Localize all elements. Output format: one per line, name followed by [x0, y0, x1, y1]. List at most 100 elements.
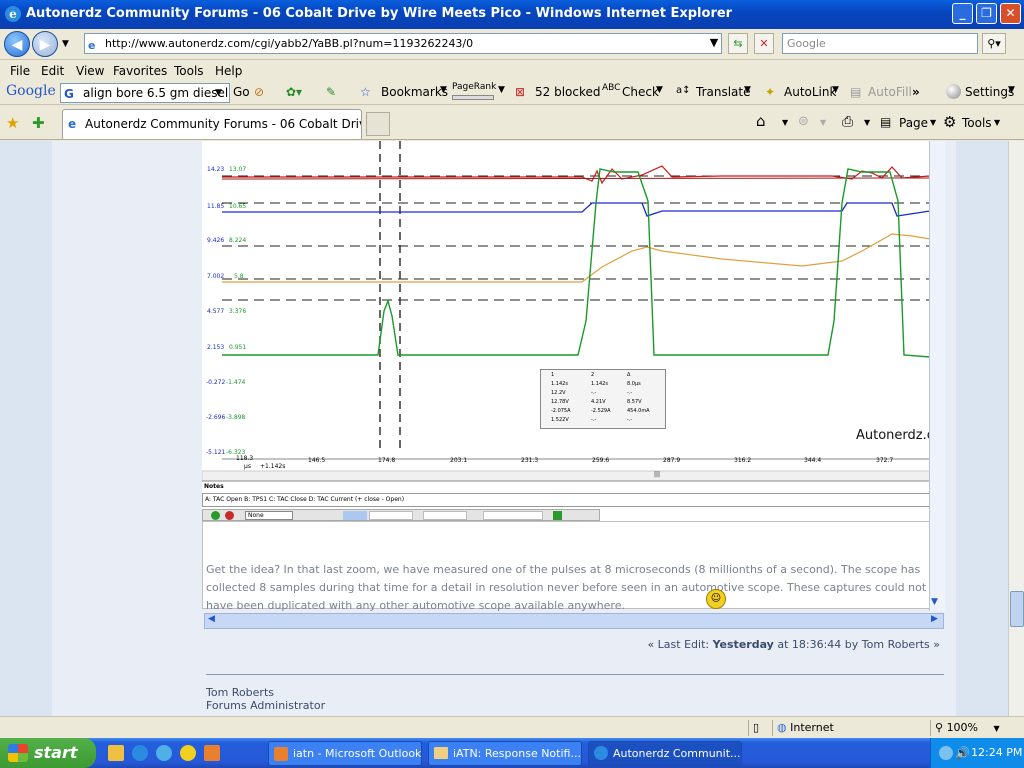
- chevron-down-icon[interactable]: ▼: [782, 118, 788, 127]
- stop-capture-icon[interactable]: [225, 511, 234, 520]
- trigger-select[interactable]: None: [245, 511, 293, 520]
- google-toolbar: Google G align bore 6.5 gm diesel ▼ Go ⊘…: [0, 81, 1024, 105]
- puzzle-icon[interactable]: ✿▾: [286, 85, 302, 99]
- trigger-level-input[interactable]: [369, 511, 413, 520]
- app-quicklaunch-icon[interactable]: [180, 745, 196, 761]
- tools-menu-button[interactable]: Tools: [962, 116, 992, 130]
- popup-blocked-count[interactable]: 52 blocked: [535, 85, 601, 99]
- chevron-down-icon[interactable]: ▼: [744, 85, 751, 95]
- chevron-down-icon[interactable]: ▼: [820, 118, 826, 127]
- tab-bar: ★ ✚ e Autonerdz Community Forums - 06 Co…: [0, 106, 1024, 140]
- cursor-table-cell: 4.21V: [591, 399, 606, 405]
- address-input[interactable]: e http://www.autonerdz.com/cgi/yabb2/YaB…: [84, 33, 722, 54]
- chevron-down-icon: ▼: [215, 88, 222, 98]
- run-icon[interactable]: [211, 511, 220, 520]
- x-tick: 316.2: [734, 457, 752, 464]
- page-scroll-thumb[interactable]: [1010, 591, 1024, 627]
- toolbar-icon[interactable]: [553, 511, 562, 520]
- scroll-down-icon[interactable]: ▼: [931, 597, 938, 607]
- chevron-down-icon[interactable]: ▼: [832, 85, 839, 95]
- taskbar-item-outlook[interactable]: iatn - Microsoft Outlook: [268, 741, 422, 766]
- start-button[interactable]: start: [0, 738, 96, 768]
- security-zone[interactable]: ◍ Internet: [772, 720, 928, 736]
- refresh-icon[interactable]: ⇆: [728, 33, 748, 54]
- app2-quicklaunch-icon[interactable]: [204, 745, 220, 761]
- taskbar-item-iatn[interactable]: iATN: Response Notifi...: [428, 741, 582, 766]
- forward-button[interactable]: ▶: [32, 31, 58, 57]
- feeds-icon[interactable]: ⊜: [798, 114, 809, 129]
- stop-icon[interactable]: ✕: [754, 33, 774, 54]
- address-dropdown-icon[interactable]: ▼: [706, 33, 722, 54]
- menu-help[interactable]: Help: [215, 64, 242, 78]
- close-button[interactable]: ✕: [1000, 3, 1021, 24]
- scope-label-a: 7.002: [207, 273, 225, 280]
- settings-button[interactable]: Settings: [965, 85, 1014, 99]
- cursor-table-cell: 12.2V: [551, 390, 566, 396]
- more-button[interactable]: »: [912, 85, 920, 99]
- pretrigger-input[interactable]: [423, 511, 467, 520]
- delay-input[interactable]: [483, 511, 543, 520]
- chevron-down-icon[interactable]: ▼: [864, 118, 870, 127]
- scroll-left-icon[interactable]: ◀: [208, 614, 215, 624]
- x-tick: 372.7: [876, 457, 894, 464]
- minimize-button[interactable]: _: [952, 3, 973, 24]
- page-menu-button[interactable]: Page: [899, 116, 928, 130]
- chevron-down-icon[interactable]: ▼: [440, 85, 447, 95]
- post-horizontal-scrollbar[interactable]: ◀ ▶: [204, 613, 944, 629]
- cursor-table-cell: -.-: [591, 417, 597, 423]
- history-dropdown-icon[interactable]: ▼: [62, 39, 69, 49]
- volume-icon[interactable]: 🔊: [955, 746, 970, 760]
- home-icon[interactable]: ⌂: [756, 112, 766, 130]
- menu-file[interactable]: File: [10, 64, 30, 78]
- search-input[interactable]: Google: [782, 33, 978, 54]
- autofill-button[interactable]: AutoFill: [868, 85, 912, 99]
- folder-icon[interactable]: [108, 745, 124, 761]
- page-vertical-scrollbar[interactable]: [1008, 141, 1024, 716]
- compass-icon[interactable]: ⊘: [254, 85, 264, 99]
- chevron-down-icon[interactable]: ▼: [656, 85, 663, 95]
- google-query-select[interactable]: G align bore 6.5 gm diesel ▼: [60, 83, 230, 103]
- search-icon[interactable]: ⚲▾: [982, 33, 1006, 54]
- settings-icon: [946, 84, 961, 99]
- tab-autonerdz[interactable]: e Autonerdz Community Forums - 06 Cobalt…: [62, 109, 362, 139]
- page-menu-icon: ▤: [880, 115, 892, 129]
- chevron-down-icon[interactable]: ▼: [930, 118, 936, 127]
- ie-quicklaunch-icon[interactable]: [132, 745, 148, 761]
- trigger-mode-icon[interactable]: [343, 511, 367, 520]
- translate-button[interactable]: Translate: [696, 85, 751, 99]
- check-button[interactable]: Check: [622, 85, 659, 99]
- taskbar-item-autonerdz[interactable]: Autonerdz Communit...: [588, 741, 742, 766]
- scroll-marker[interactable]: |||: [654, 471, 660, 479]
- system-tray: 🔊 12:24 PM: [930, 738, 1024, 768]
- mail-icon: [434, 747, 448, 759]
- scope-label-a: 11.85: [207, 203, 225, 210]
- print-icon[interactable]: ⎙: [842, 114, 853, 130]
- post-vertical-scrollbar[interactable]: ▼: [929, 141, 945, 611]
- chevron-down-icon[interactable]: ▼: [1008, 85, 1015, 95]
- chevron-down-icon[interactable]: ▼: [994, 118, 1000, 127]
- menu-favorites[interactable]: Favorites: [113, 64, 167, 78]
- x-tick: 344.4: [804, 457, 822, 464]
- google-query: align bore 6.5 gm diesel: [83, 86, 229, 100]
- favorites-star-icon[interactable]: ★: [6, 114, 19, 132]
- bookmarks-button[interactable]: Bookmarks: [381, 85, 448, 99]
- menu-view[interactable]: View: [76, 64, 104, 78]
- chevron-down-icon[interactable]: ▼: [498, 85, 505, 95]
- browser-quicklaunch-icon[interactable]: [156, 745, 172, 761]
- network-icon[interactable]: [939, 746, 953, 760]
- x-tick: 118.3: [236, 455, 254, 462]
- menu-tools[interactable]: Tools: [174, 64, 204, 78]
- new-tab-button[interactable]: [366, 112, 390, 136]
- menu-edit[interactable]: Edit: [41, 64, 64, 78]
- maximize-button[interactable]: ❐: [976, 3, 997, 24]
- autolink-button[interactable]: AutoLink: [784, 85, 836, 99]
- add-favorite-icon[interactable]: ✚: [32, 114, 45, 132]
- google-go-button[interactable]: Go: [233, 85, 250, 99]
- back-button[interactable]: ◀: [4, 31, 30, 57]
- spellcheck-icon: ABC: [602, 83, 621, 93]
- highlight-icon[interactable]: ✎: [326, 85, 336, 99]
- scroll-right-icon[interactable]: ▶: [931, 614, 938, 624]
- status-bar: ▯ ◍ Internet ⚲ 100% ▼: [0, 716, 1024, 738]
- x-tick: 146.5: [308, 457, 326, 464]
- zoom-control[interactable]: ⚲ 100% ▼: [930, 720, 1010, 736]
